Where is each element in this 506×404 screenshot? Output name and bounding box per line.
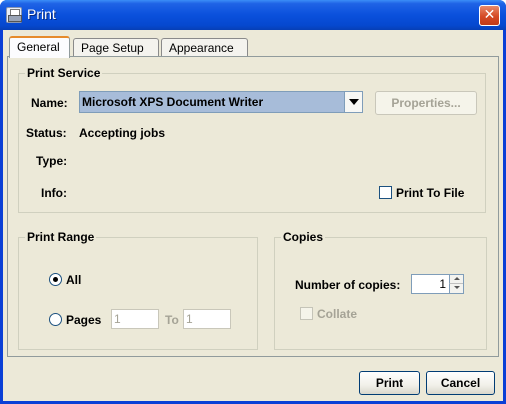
pages-from-field[interactable]: 1 (111, 309, 159, 329)
print-button[interactable]: Print (359, 371, 420, 395)
all-label: All (66, 273, 82, 287)
print-dialog-window: Print ✕ General Page Setup Appearance Pr… (0, 0, 506, 404)
type-label: Type: (36, 154, 68, 168)
dialog-body: General Page Setup Appearance Print Serv… (3, 30, 503, 401)
tab-general-label: General (17, 40, 60, 54)
all-radio[interactable] (49, 273, 62, 286)
tab-page-setup[interactable]: Page Setup (73, 38, 159, 57)
copies-group: Copies Number of copies: 1 Collate (274, 230, 487, 350)
to-label: To (165, 313, 179, 327)
tab-appearance[interactable]: Appearance (161, 38, 248, 57)
status-value: Accepting jobs (79, 126, 166, 140)
close-icon: ✕ (483, 7, 496, 23)
pages-radio[interactable] (49, 313, 62, 326)
info-label: Info: (41, 186, 67, 200)
print-range-title: Print Range (25, 230, 97, 244)
properties-button-label: Properties... (391, 96, 461, 110)
copies-spinner[interactable]: 1 (411, 274, 464, 294)
properties-button[interactable]: Properties... (375, 91, 477, 115)
chevron-down-icon[interactable] (344, 92, 362, 112)
print-range-group: Print Range All Pages 1 To 1 (18, 230, 258, 350)
spin-down-icon[interactable] (449, 284, 463, 293)
copies-spinner-value: 1 (439, 277, 446, 291)
print-to-file-checkbox[interactable] (379, 186, 392, 199)
number-of-copies-label: Number of copies: (295, 278, 401, 292)
printer-select[interactable]: Microsoft XPS Document Writer (79, 91, 363, 113)
tab-general[interactable]: General (9, 36, 70, 58)
window-title: Print (27, 6, 56, 22)
collate-checkbox[interactable] (300, 307, 313, 320)
print-service-title: Print Service (25, 66, 103, 80)
collate-label: Collate (317, 307, 358, 321)
printer-icon (6, 7, 22, 23)
general-panel: Print Service Name: Microsoft XPS Docume… (7, 56, 499, 357)
pages-to-field[interactable]: 1 (183, 309, 231, 329)
print-button-label: Print (375, 376, 404, 390)
cancel-button[interactable]: Cancel (426, 371, 495, 395)
copies-title: Copies (281, 230, 326, 244)
print-to-file-label: Print To File (396, 186, 465, 200)
spin-up-icon[interactable] (449, 275, 463, 284)
name-label: Name: (31, 96, 68, 110)
pages-label: Pages (66, 313, 102, 327)
close-button[interactable]: ✕ (479, 5, 500, 26)
status-label: Status: (26, 126, 67, 140)
print-service-group: Print Service Name: Microsoft XPS Docume… (18, 66, 486, 213)
cancel-button-label: Cancel (440, 376, 481, 390)
tab-page-setup-label: Page Setup (81, 41, 144, 55)
tab-appearance-label: Appearance (169, 41, 234, 55)
title-bar[interactable]: Print ✕ (0, 0, 506, 30)
printer-select-value: Microsoft XPS Document Writer (82, 95, 264, 109)
